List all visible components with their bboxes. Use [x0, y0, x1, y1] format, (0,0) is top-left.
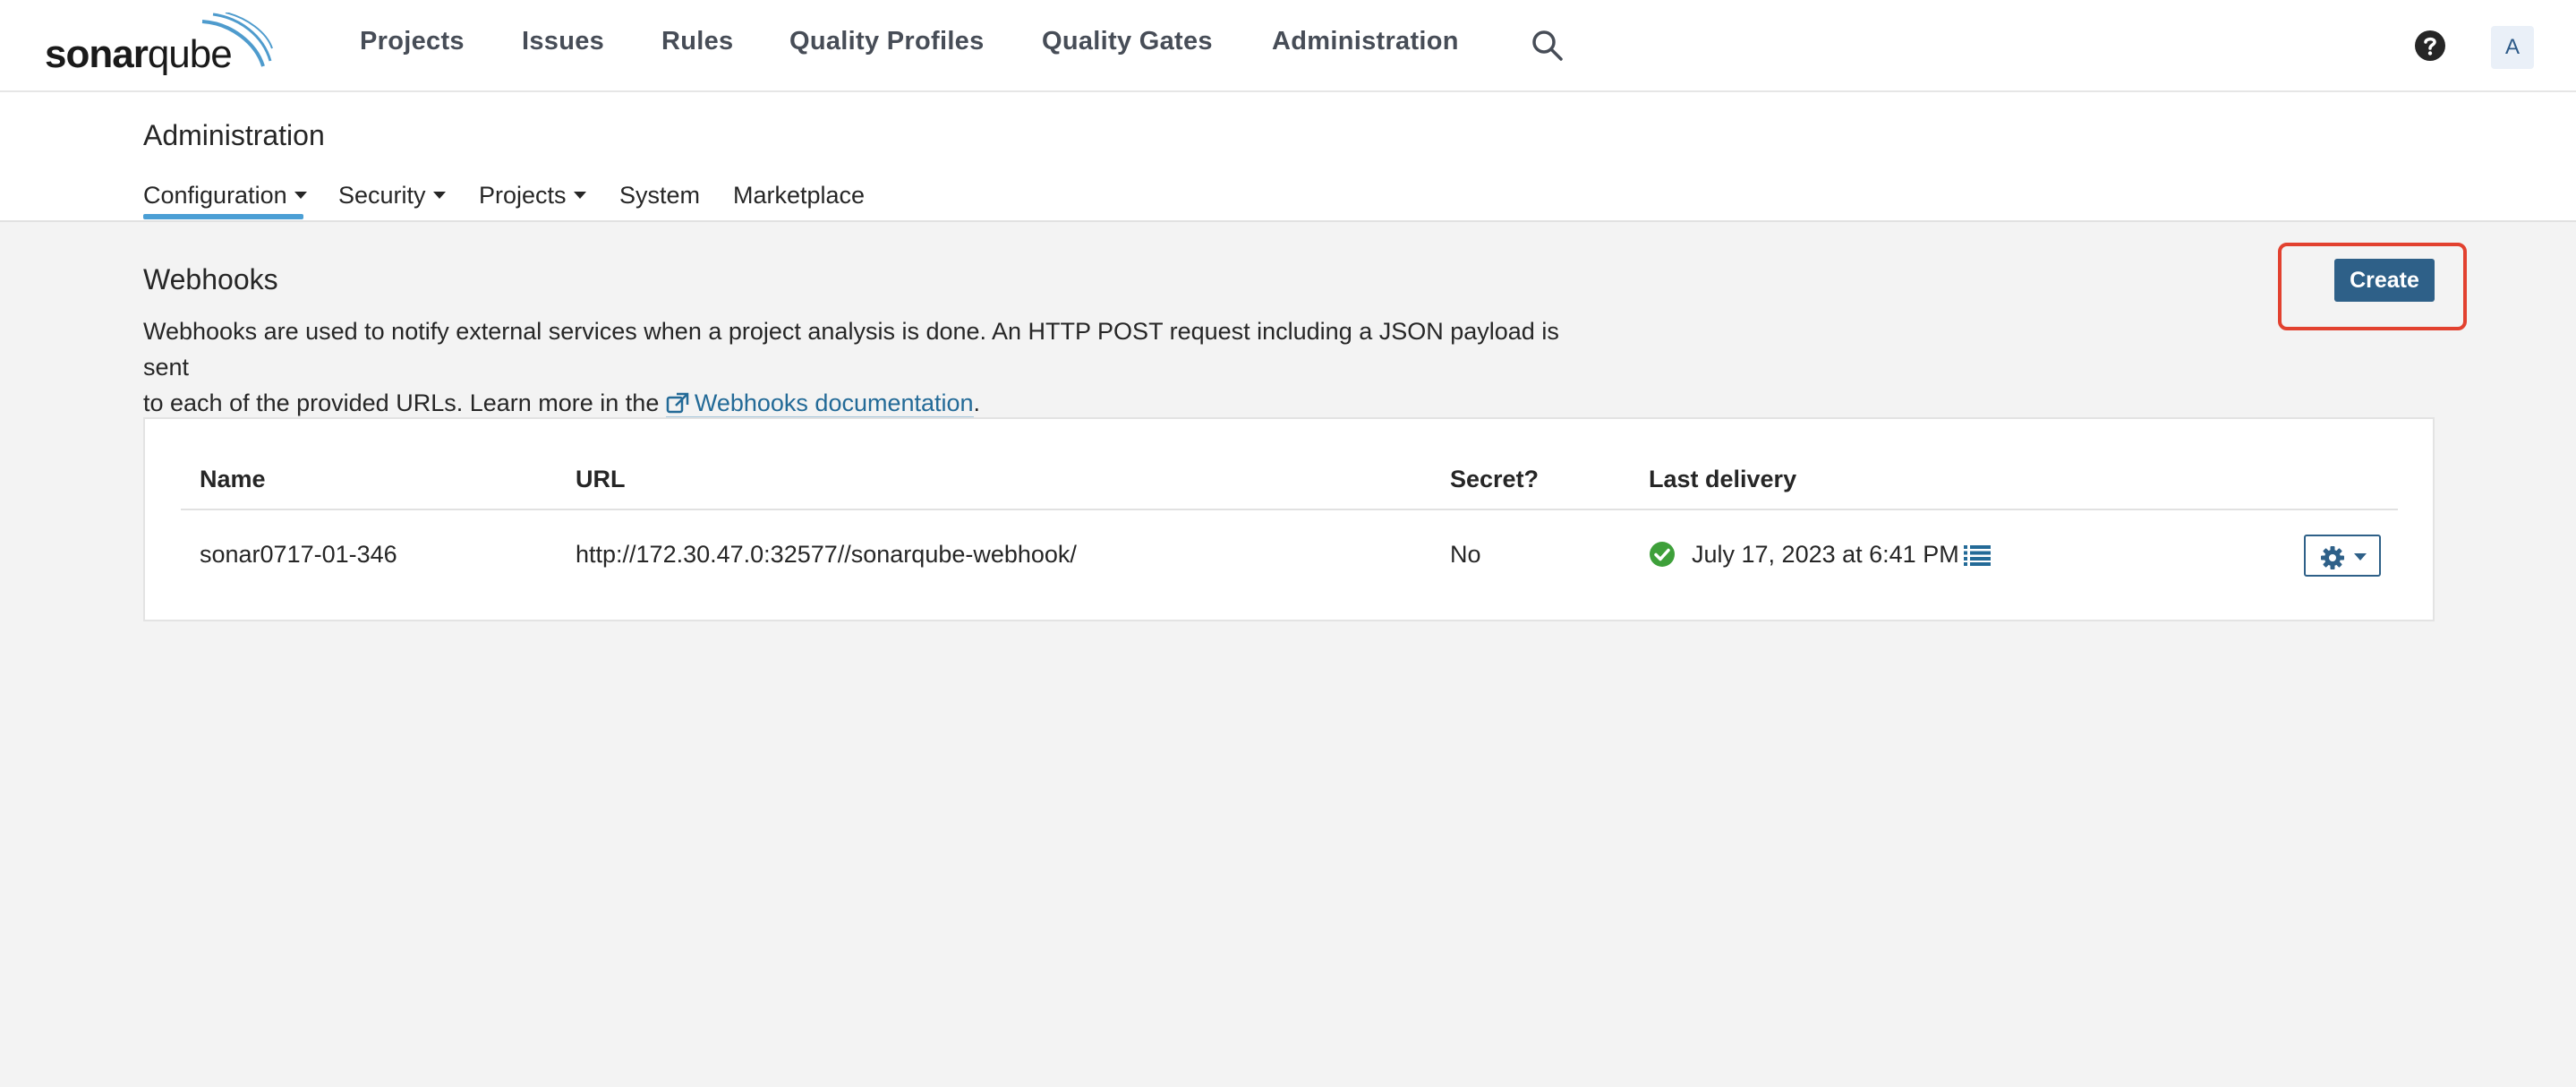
chevron-down-icon	[2354, 553, 2367, 561]
gear-icon	[2321, 546, 2344, 569]
nav-quality-profiles[interactable]: Quality Profiles	[789, 27, 985, 56]
sonarqube-logo[interactable]: sonarqube	[45, 13, 274, 76]
column-header-name: Name	[200, 466, 266, 492]
table-header-divider	[181, 509, 2398, 510]
help-icon[interactable]	[2414, 30, 2446, 62]
chevron-down-icon	[573, 191, 586, 199]
tab-marketplace-label: Marketplace	[733, 182, 866, 209]
top-navbar: sonarqube Projects Issues Rules Quality …	[0, 0, 2576, 92]
nav-quality-gates[interactable]: Quality Gates	[1042, 27, 1213, 56]
section-description: Webhooks are used to notify external ser…	[143, 313, 1593, 421]
description-suffix: .	[973, 389, 981, 416]
nav-issues[interactable]: Issues	[522, 27, 604, 56]
tab-projects-label: Projects	[479, 182, 567, 209]
webhooks-table: Name URL Secret? Last delivery sonar0717…	[143, 417, 2435, 621]
external-link-icon	[666, 392, 689, 414]
webhooks-documentation-link[interactable]: Webhooks documentation	[665, 389, 974, 417]
search-icon[interactable]	[1531, 29, 1565, 63]
tab-security-label: Security	[338, 182, 426, 209]
webhook-name: sonar0717-01-346	[200, 541, 397, 568]
create-webhook-button[interactable]: Create	[2334, 259, 2435, 302]
column-header-last-delivery: Last delivery	[1649, 466, 1797, 492]
description-prefix: to each of the provided URLs. Learn more…	[143, 389, 666, 416]
description-line-1: Webhooks are used to notify external ser…	[143, 318, 1559, 381]
tab-system[interactable]: System	[619, 182, 700, 210]
tab-system-label: System	[619, 182, 701, 209]
tab-security[interactable]: Security	[338, 182, 446, 210]
tab-marketplace[interactable]: Marketplace	[733, 182, 865, 210]
webhook-secret: No	[1450, 541, 1481, 568]
logo-text-bold: sonar	[45, 32, 149, 76]
webhook-actions-button[interactable]	[2304, 535, 2381, 577]
tab-projects[interactable]: Projects	[479, 182, 586, 210]
section-title: Webhooks	[143, 263, 278, 295]
column-header-secret: Secret?	[1450, 466, 1540, 492]
active-tab-indicator	[143, 214, 303, 219]
chevron-down-icon	[432, 191, 446, 199]
tab-configuration[interactable]: Configuration	[143, 182, 307, 210]
nav-projects[interactable]: Projects	[360, 27, 465, 56]
nav-administration[interactable]: Administration	[1272, 27, 1459, 56]
tab-configuration-label: Configuration	[143, 182, 287, 209]
list-icon[interactable]	[1964, 544, 1991, 566]
admin-header: Administration Configuration Security Pr…	[0, 92, 2576, 222]
chevron-down-icon	[294, 191, 307, 199]
webhook-url: http://172.30.47.0:32577//sonarqube-webh…	[576, 541, 1077, 568]
user-avatar[interactable]: A	[2491, 26, 2534, 69]
last-delivery-date: July 17, 2023 at 6:41 PM	[1692, 541, 1959, 568]
success-check-icon	[1650, 542, 1675, 567]
column-header-url: URL	[576, 466, 626, 492]
nav-rules[interactable]: Rules	[661, 27, 733, 56]
logo-arc-icon	[201, 13, 273, 67]
doc-link-label: Webhooks documentation	[694, 389, 974, 416]
description-line-2: to each of the provided URLs. Learn more…	[143, 385, 1593, 421]
page-title: Administration	[143, 119, 325, 151]
